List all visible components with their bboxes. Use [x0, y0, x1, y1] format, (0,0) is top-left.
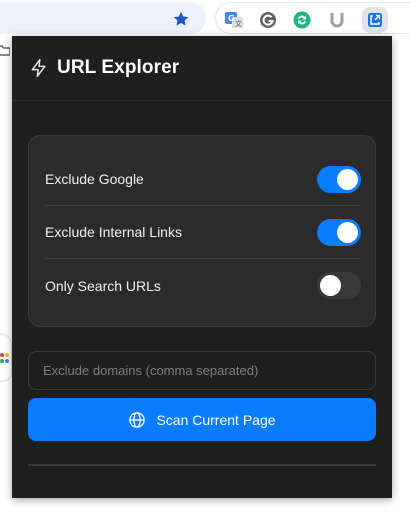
setting-label: Only Search URLs	[45, 277, 161, 294]
browser-toolbar: G 文	[0, 0, 411, 36]
setting-label: Exclude Google	[45, 171, 144, 187]
toggle-knob	[337, 221, 358, 243]
globe-icon	[129, 411, 146, 428]
toggle-knob	[320, 275, 341, 296]
setting-row-exclude-google: Exclude Google	[45, 153, 361, 206]
scan-current-page-button[interactable]: Scan Current Page	[28, 398, 376, 441]
sync-extension-icon[interactable]	[289, 7, 315, 33]
page-background	[0, 36, 12, 518]
exclude-domains-input[interactable]	[28, 351, 376, 390]
svg-text:文: 文	[235, 19, 242, 28]
setting-label: Exclude Internal Links	[45, 224, 182, 240]
svg-text:G: G	[228, 14, 235, 23]
exclude-google-toggle[interactable]	[317, 165, 361, 193]
results-divider	[28, 464, 376, 466]
toggle-knob	[337, 168, 358, 190]
bolt-icon	[31, 58, 46, 78]
extension-popup: URL Explorer Exclude Google Exclude Inte…	[12, 36, 392, 498]
folder-icon	[0, 45, 10, 56]
scan-button-label: Scan Current Page	[156, 411, 276, 428]
url-explorer-extension-icon[interactable]	[362, 7, 388, 33]
popup-title: URL Explorer	[57, 57, 180, 78]
u-extension-icon[interactable]	[324, 7, 350, 33]
grammarly-icon[interactable]	[255, 7, 281, 33]
setting-row-exclude-internal-links: Exclude Internal Links	[45, 206, 361, 259]
extensions-tray: G 文	[215, 2, 411, 34]
exclude-internal-links-toggle[interactable]	[317, 218, 361, 246]
google-translate-icon[interactable]: G 文	[221, 7, 247, 33]
google-apps-icon	[0, 353, 9, 363]
settings-card: Exclude Google Exclude Internal Links On…	[28, 135, 376, 327]
popup-header: URL Explorer	[12, 36, 392, 101]
star-icon[interactable]	[172, 10, 190, 28]
omnibox[interactable]	[0, 2, 206, 34]
setting-row-only-search-urls: Only Search URLs	[45, 259, 361, 312]
only-search-urls-toggle[interactable]	[317, 272, 361, 299]
